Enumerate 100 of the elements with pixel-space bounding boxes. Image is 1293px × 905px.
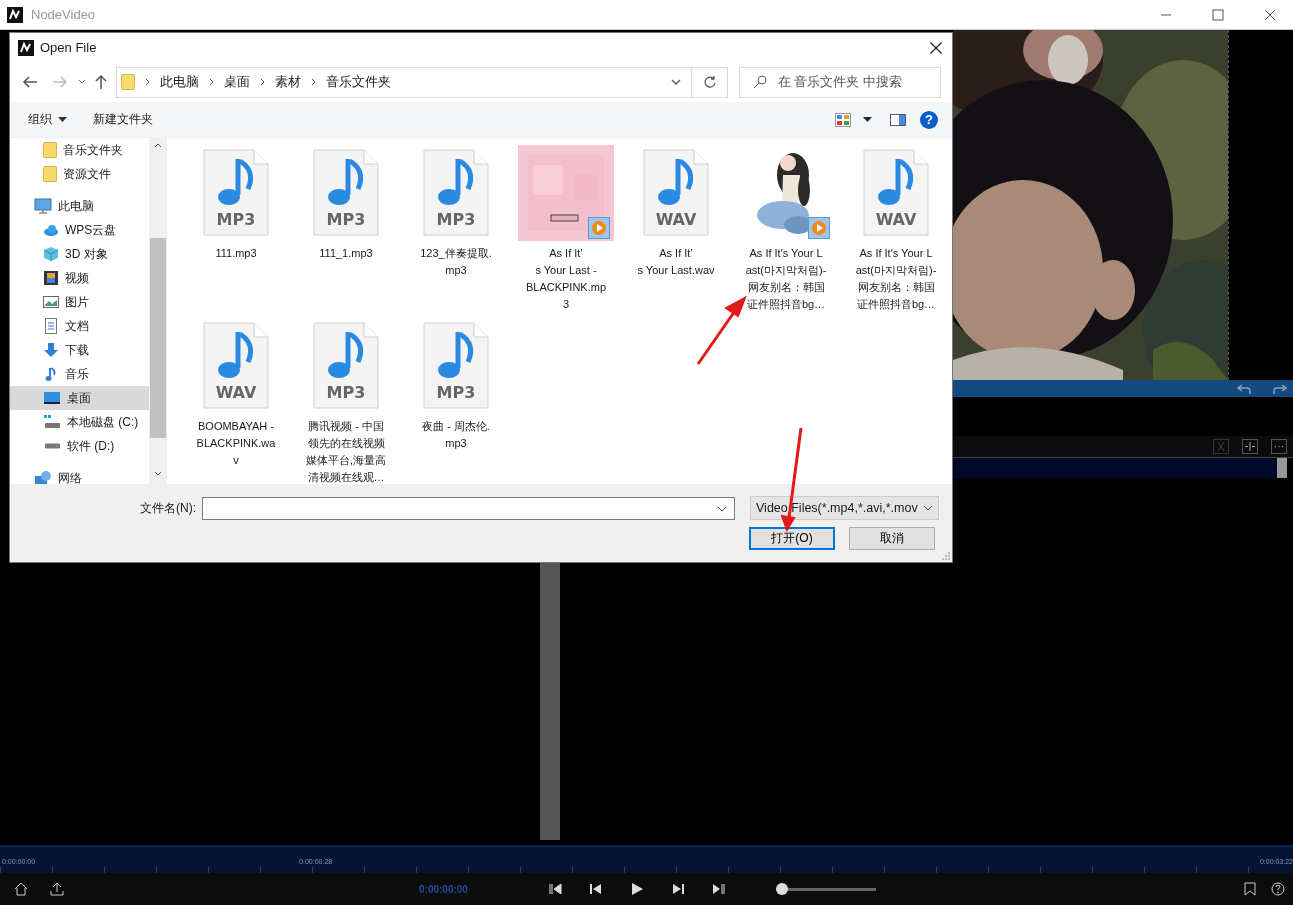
new-folder-button[interactable]: 新建文件夹 — [83, 107, 163, 132]
dialog-title: Open File — [40, 40, 97, 55]
sidebar-item[interactable]: 此电脑 — [10, 194, 149, 218]
video-track[interactable] — [953, 458, 1287, 478]
sidebar-item[interactable]: 3D 对象 — [10, 242, 149, 266]
file-item[interactable]: MP3 111.mp3 — [181, 145, 291, 318]
caret-icon[interactable] — [863, 117, 872, 122]
back-icon[interactable] — [22, 75, 38, 89]
folder-icon — [43, 142, 57, 158]
breadcrumb[interactable]: 桌面 — [224, 73, 250, 91]
file-name: 夜曲 - 周杰伦. mp3 — [421, 419, 491, 451]
file-name: 111.mp3 — [214, 246, 258, 261]
folder-icon — [121, 74, 135, 90]
sidebar-item[interactable]: 视频 — [10, 266, 149, 290]
scrollbar[interactable] — [149, 138, 166, 484]
file-name: As If It's Your L ast(마지막처럼)- 网友别名：韩国证件照抖音bg… — [854, 246, 938, 312]
file-item[interactable]: MP3 123_伴奏提取. mp3 — [401, 145, 511, 318]
file-item[interactable]: MP3 夜曲 - 周杰伦. mp3 — [401, 318, 511, 491]
file-item[interactable]: MP3 111_1.mp3 — [291, 145, 401, 318]
file-name-field[interactable] — [202, 496, 735, 520]
film-icon — [43, 270, 59, 286]
chevron-icon — [145, 78, 150, 86]
file-item[interactable]: MP3 腾讯视频 - 中国领先的在线视频媒体平台,海量高清视频在线观… — [291, 318, 401, 491]
audio-file-icon — [203, 322, 269, 409]
help-icon[interactable] — [1271, 882, 1285, 896]
previous-frame-icon[interactable] — [547, 882, 562, 896]
media-player-icon — [588, 217, 610, 239]
sidebar-item[interactable]: 软件 (D:) — [10, 434, 149, 458]
media-player-icon — [808, 217, 830, 239]
more-icon[interactable] — [1271, 439, 1287, 454]
breadcrumb[interactable]: 音乐文件夹 — [326, 73, 391, 91]
address-bar[interactable]: 此电脑 桌面 素材 音乐文件夹 — [116, 66, 692, 98]
scroll-down-icon[interactable] — [153, 471, 162, 476]
close-icon[interactable] — [930, 41, 942, 54]
sidebar-item[interactable]: 下载 — [10, 338, 149, 362]
file-type-label: WAV — [215, 383, 257, 402]
file-type-label: MP3 — [326, 383, 366, 402]
file-item[interactable]: WAV As If It's Your L ast(마지막처럼)- 网友别名：韩国证件照抖音bg… — [841, 145, 951, 318]
sidebar-item[interactable]: 桌面 — [10, 386, 149, 410]
bookmark-icon[interactable] — [1244, 882, 1256, 896]
breadcrumb[interactable]: 素材 — [275, 73, 301, 91]
next-frame-icon[interactable] — [711, 882, 726, 896]
image-icon — [43, 294, 59, 310]
skip-forward-icon[interactable] — [670, 882, 685, 896]
close-icon[interactable] — [1264, 8, 1276, 21]
file-name: As If It's Your L ast(마지막처럼)- 网友别名：韩国证件照抖音bg… — [744, 246, 828, 312]
preview-pane-icon[interactable] — [890, 113, 906, 126]
recent-chevron-icon[interactable] — [78, 79, 86, 85]
split-icon[interactable] — [1242, 439, 1258, 454]
timecode: 0:00:00:00 — [419, 883, 468, 895]
refresh-icon — [702, 75, 717, 89]
sidebar-item[interactable]: 网络 — [10, 466, 149, 484]
file-name: BOOMBAYAH - BLACKPINK.wa v — [195, 419, 277, 468]
track-handle[interactable] — [1277, 458, 1287, 478]
slider-thumb[interactable] — [775, 882, 788, 895]
file-type-label: WAV — [655, 210, 697, 229]
sidebar-item[interactable]: 资源文件 — [10, 162, 149, 186]
play-icon[interactable] — [629, 882, 644, 896]
scroll-up-icon[interactable] — [153, 143, 162, 148]
search-icon — [753, 74, 767, 89]
scrollbar-thumb[interactable] — [149, 238, 166, 438]
app-logo-icon — [7, 6, 23, 23]
chevron-icon — [260, 78, 265, 86]
maximize-icon[interactable] — [1212, 8, 1224, 21]
audio-file-icon — [643, 149, 709, 236]
breadcrumb[interactable]: 此电脑 — [160, 73, 199, 91]
cancel-button[interactable]: 取消 — [849, 527, 935, 550]
file-item[interactable]: WAV As If It’ s Your Last.wav — [621, 145, 731, 318]
export-icon[interactable] — [50, 882, 64, 896]
caret-icon — [58, 117, 67, 122]
sidebar-item[interactable]: 音乐 — [10, 362, 149, 386]
search-field[interactable]: 在 音乐文件夹 中搜索 — [739, 66, 941, 98]
sidebar-item[interactable]: 音乐文件夹 — [10, 138, 149, 162]
open-button[interactable]: 打开(O) — [749, 527, 835, 550]
sidebar-item[interactable]: 图片 — [10, 290, 149, 314]
dropdown-icon[interactable] — [671, 79, 681, 85]
sidebar-item[interactable]: WPS云盘 — [10, 218, 149, 242]
sidebar-item[interactable]: 文档 — [10, 314, 149, 338]
computer-icon — [34, 198, 52, 214]
file-item[interactable]: WAV BOOMBAYAH - BLACKPINK.wa v — [181, 318, 291, 491]
sidebar-item[interactable]: 本地磁盘 (C:) — [10, 410, 149, 434]
help-button[interactable]: ? — [920, 110, 938, 129]
app-logo-icon — [18, 39, 34, 56]
undo-icon[interactable] — [1237, 382, 1251, 395]
file-type-dropdown[interactable]: Video Files(*.mp4,*.avi,*.mov — [750, 496, 939, 520]
folder-icon — [43, 166, 57, 182]
refresh-button[interactable] — [692, 66, 728, 98]
resize-grip-icon[interactable] — [941, 551, 950, 560]
home-icon[interactable] — [14, 882, 28, 896]
redo-icon[interactable] — [1273, 382, 1287, 395]
organize-menu[interactable]: 组织 — [18, 107, 77, 132]
dropdown-icon[interactable] — [717, 505, 727, 512]
file-type-label: MP3 — [436, 383, 476, 402]
file-item[interactable]: As If It's Your L ast(마지막처럼)- 网友别名：韩国证件照抖音bg… — [731, 145, 841, 318]
view-icon[interactable] — [835, 112, 851, 127]
skip-back-icon[interactable] — [588, 882, 603, 896]
file-item[interactable]: As If It’ s Your Last - BLACKPINK.mp 3 — [511, 145, 621, 318]
chevron-icon — [311, 78, 316, 86]
file-name-label: 文件名(N): — [140, 499, 197, 517]
up-icon[interactable] — [94, 74, 108, 90]
